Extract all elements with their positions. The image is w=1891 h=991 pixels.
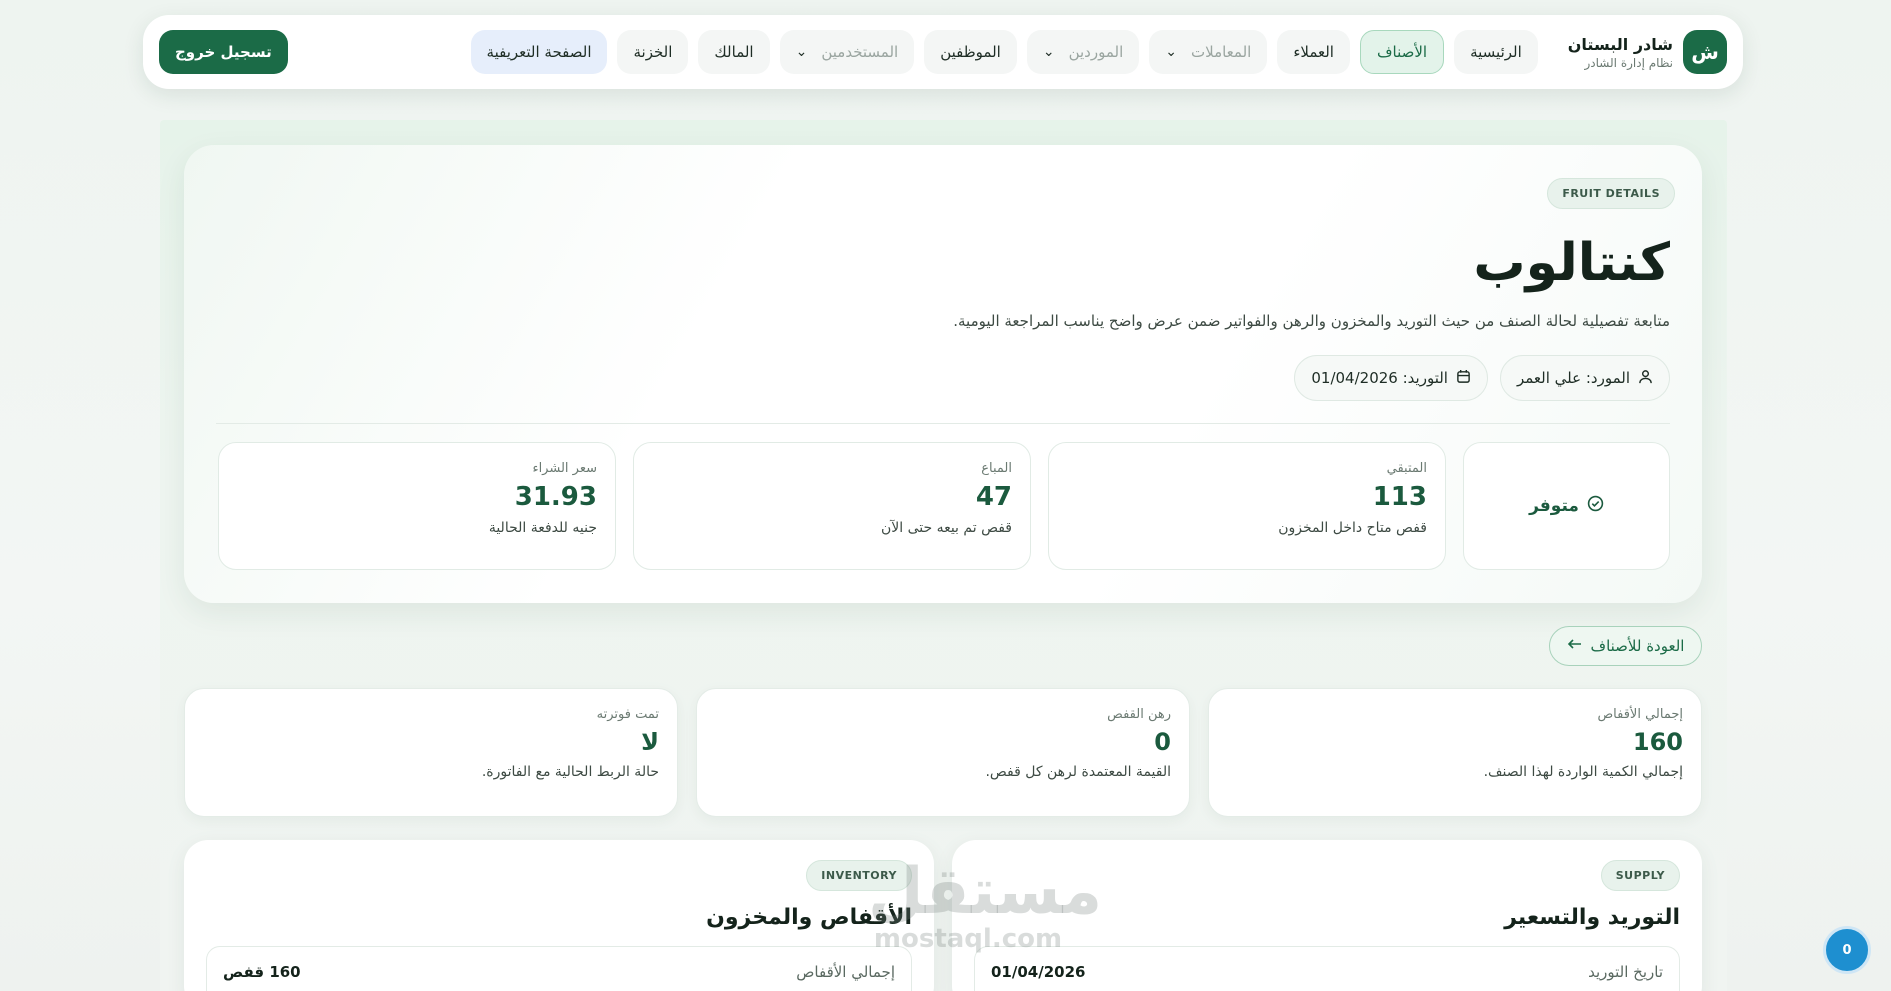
nav-customers-label: العملاء [1293, 43, 1334, 61]
supply-badge: SUPPLY [1600, 860, 1680, 891]
nav-categories[interactable]: الأصناف [1359, 30, 1445, 74]
hero-stats: متوفر المتبقي 113 قفص متاح داخل المخزون … [218, 442, 1670, 570]
top-navbar: ش شادر البستان نظام إدارة الشادر الرئيسي… [143, 15, 1743, 89]
summary-label: إجمالي الأقفاص [1597, 707, 1683, 722]
arrow-left-icon [1567, 636, 1583, 656]
status-badge: متوفر [1529, 496, 1579, 516]
supplier-chip: المورد: علي العمر [1499, 355, 1670, 401]
inventory-section: INVENTORY الأقفاص والمخزون إجمالي الأقفا… [184, 840, 934, 991]
summary-value: 160 [1632, 728, 1683, 756]
chevron-down-icon: ⌄ [1042, 44, 1055, 60]
nav-owner-label: المالك [714, 43, 754, 61]
nav-suppliers-dropdown[interactable]: الموردين ⌄ [1026, 30, 1140, 74]
meta-chips: المورد: علي العمر التوريد: 01/04/2026 [1294, 355, 1670, 401]
stat-note: قفص متاح داخل المخزون [1278, 520, 1427, 536]
stat-value: 113 [1372, 482, 1427, 512]
stat-label: المتبقي [1386, 461, 1427, 476]
back-button-label: العودة للأصناف [1590, 637, 1685, 655]
section-title: الأقفاص والمخزون [706, 905, 912, 930]
total-cages-card: إجمالي الأقفاص 160 إجمالي الكمية الواردة… [1208, 688, 1702, 817]
user-icon [1638, 369, 1653, 388]
total-cages-row: إجمالي الأقفاص 160 قفص [206, 946, 912, 991]
summary-note: حالة الربط الحالية مع الفاتورة. [481, 764, 659, 780]
stat-value: 47 [975, 482, 1012, 512]
nav-suppliers-label: الموردين [1068, 43, 1124, 61]
purchase-price-stat-card: سعر الشراء 31.93 جنيه للدفعة الحالية [218, 442, 616, 570]
nav-transactions-dropdown[interactable]: المعاملات ⌄ [1149, 30, 1268, 74]
status-card: متوفر [1463, 442, 1670, 570]
row-label: إجمالي الأقفاص [796, 963, 895, 981]
supply-date-chip-text: التوريد: 01/04/2026 [1311, 369, 1448, 387]
stat-note: جنيه للدفعة الحالية [488, 520, 597, 536]
brand-subtitle: نظام إدارة الشادر [1584, 55, 1673, 70]
supply-date-row: تاريخ التوريد 01/04/2026 [974, 946, 1680, 991]
nav-intro-page[interactable]: الصفحة التعريفية [470, 30, 608, 74]
nav-treasury[interactable]: الخزنة [617, 30, 689, 74]
nav-customers[interactable]: العملاء [1277, 30, 1350, 74]
row-value: 160 قفص [223, 963, 301, 981]
section-title: التوريد والتسعير [1504, 905, 1680, 930]
back-to-categories-button[interactable]: العودة للأصناف [1549, 626, 1702, 666]
stat-label: المباع [981, 461, 1012, 476]
nav-categories-label: الأصناف [1376, 43, 1428, 61]
stat-value: 31.93 [514, 482, 597, 512]
nav-employees-label: الموظفين [940, 43, 1001, 61]
chevron-down-icon: ⌄ [1165, 44, 1177, 60]
inventory-badge: INVENTORY [806, 860, 912, 891]
nav-home[interactable]: الرئيسية [1454, 30, 1538, 74]
fruit-details-badge: FRUIT DETAILS [1547, 178, 1675, 209]
supply-date-chip: التوريد: 01/04/2026 [1294, 355, 1488, 401]
nav-items: الرئيسية الأصناف العملاء المعاملات ⌄ الم… [470, 30, 1538, 74]
nav-users-label: المستخدمين [821, 43, 899, 61]
row-value: 01/04/2026 [991, 963, 1086, 981]
notification-count-badge[interactable]: 0 [1823, 926, 1871, 974]
remaining-stat-card: المتبقي 113 قفص متاح داخل المخزون [1048, 442, 1446, 570]
chevron-down-icon: ⌄ [795, 44, 808, 60]
nav-intro-label: الصفحة التعريفية [486, 43, 592, 61]
brand-logo: ش [1683, 30, 1727, 74]
calendar-icon [1456, 369, 1471, 388]
nav-transactions-label: المعاملات [1191, 43, 1252, 61]
invoiced-card: تمت فوترته لا حالة الربط الحالية مع الفا… [184, 688, 678, 817]
page-title: كنتالوب [1473, 233, 1670, 293]
brand-name: شادر البستان [1567, 34, 1673, 54]
summary-label: رهن القفص [1107, 707, 1171, 722]
nav-employees[interactable]: الموظفين [924, 30, 1017, 74]
page-description: متابعة تفصيلية لحالة الصنف من حيث التوري… [953, 312, 1670, 330]
brand[interactable]: ش شادر البستان نظام إدارة الشادر [1568, 30, 1727, 74]
hero-divider [216, 423, 1670, 424]
nav-treasury-label: الخزنة [633, 43, 673, 61]
summary-note: إجمالي الكمية الواردة لهذا الصنف. [1483, 764, 1683, 780]
summary-value: لا [641, 728, 659, 756]
stat-label: سعر الشراء [532, 461, 597, 476]
stat-note: قفص تم بيعه حتى الآن [880, 520, 1012, 536]
summary-value: 0 [1154, 728, 1171, 756]
summary-label: تمت فوترته [596, 707, 659, 722]
row-label: تاريخ التوريد [1588, 963, 1663, 981]
fruit-details-hero: FRUIT DETAILS كنتالوب متابعة تفصيلية لحا… [184, 145, 1702, 603]
supply-pricing-section: SUPPLY التوريد والتسعير تاريخ التوريد 01… [952, 840, 1702, 991]
sold-stat-card: المباع 47 قفص تم بيعه حتى الآن [633, 442, 1031, 570]
logout-button[interactable]: تسجيل خروج [159, 30, 288, 74]
nav-users-dropdown[interactable]: المستخدمين ⌄ [779, 30, 915, 74]
check-circle-icon [1587, 495, 1604, 517]
summary-note: القيمة المعتمدة لرهن كل قفص. [985, 764, 1171, 780]
cage-deposit-card: رهن القفص 0 القيمة المعتمدة لرهن كل قفص. [696, 688, 1190, 817]
nav-home-label: الرئيسية [1470, 43, 1522, 61]
supplier-chip-text: المورد: علي العمر [1516, 369, 1630, 387]
nav-owner[interactable]: المالك [698, 30, 770, 74]
